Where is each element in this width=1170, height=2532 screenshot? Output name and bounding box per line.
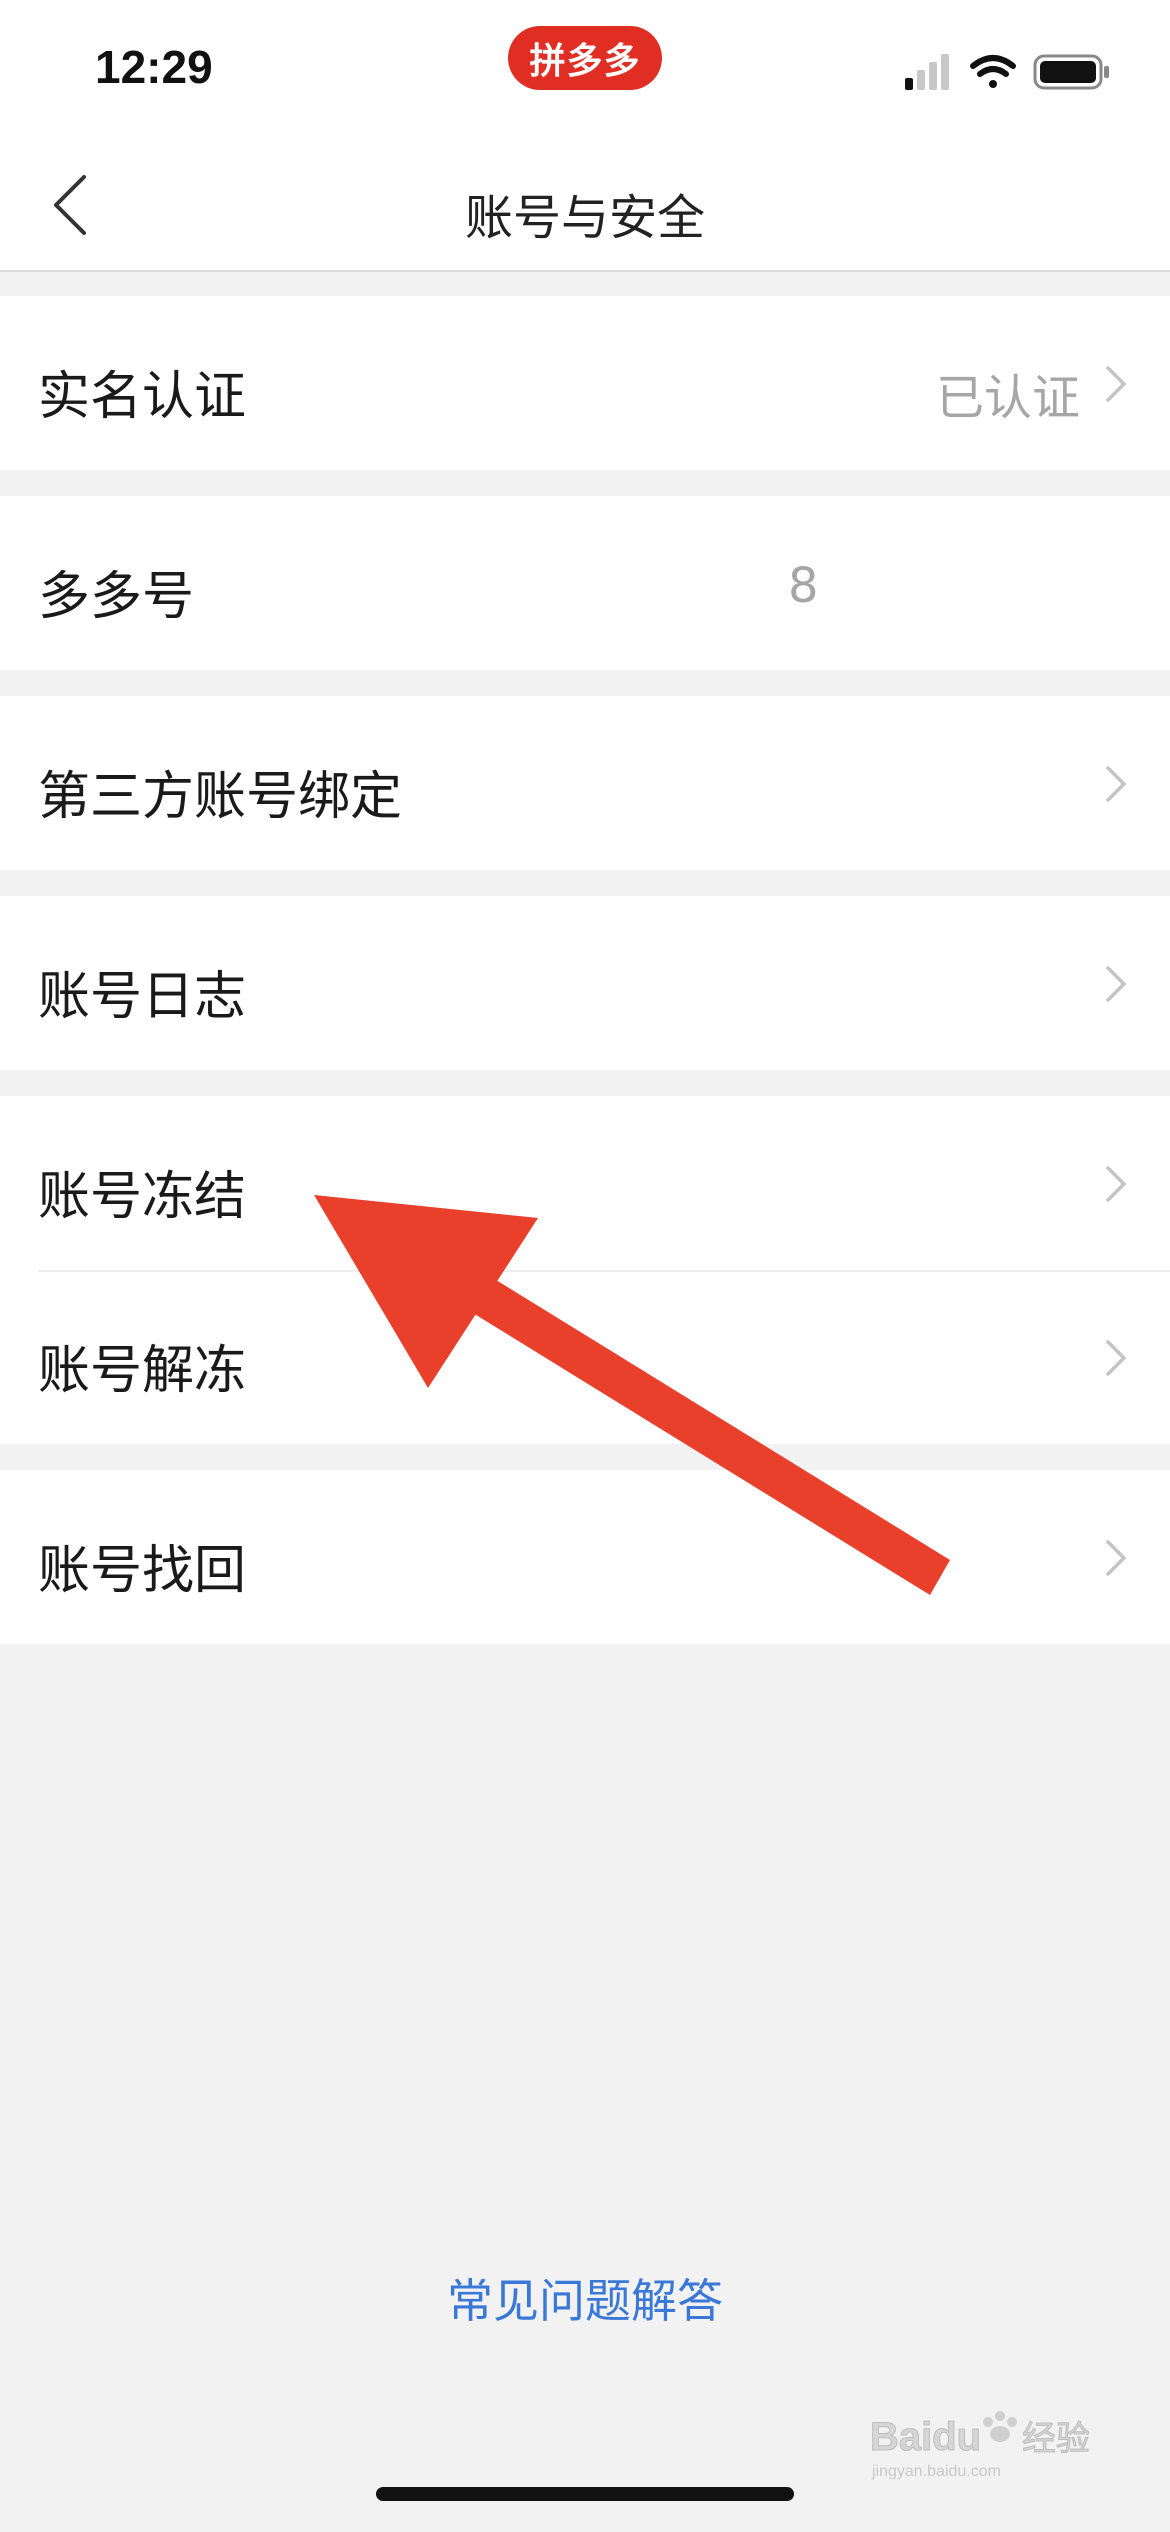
home-indicator[interactable] [376, 2487, 794, 2501]
annotation-arrow-icon [314, 1195, 950, 1595]
